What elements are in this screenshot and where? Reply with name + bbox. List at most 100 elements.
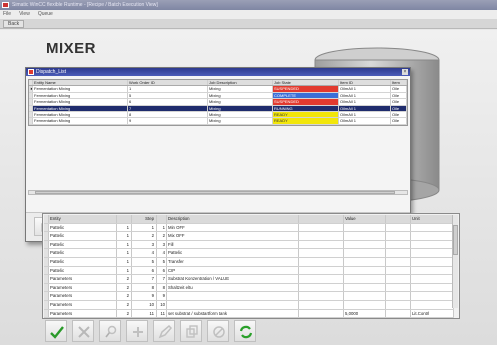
table-cell [344,249,386,257]
table-cell: Parameters [49,275,117,283]
table-cell: 5 [132,257,157,266]
close-icon[interactable]: × [402,69,408,75]
table-cell [299,223,344,232]
table-cell: 7 [132,275,157,283]
table-cell [299,275,344,283]
job-state-cell: SUSPENDED [273,99,339,105]
table-cell: Pattelic [49,257,117,266]
table-cell: Pattelic [49,232,117,240]
menu-queue[interactable]: Queue [38,10,53,19]
table-cell [411,275,454,283]
table-cell: Fermentation Mixing [33,86,128,92]
delete-button[interactable] [207,320,229,342]
copy-button[interactable] [180,320,202,342]
table-cell [344,292,386,300]
table-row[interactable]: Parameters 2 9 9 [44,292,454,301]
scrollbar-thumb[interactable] [453,225,458,255]
table-cell: 9 [157,292,167,300]
table-cell [386,257,411,266]
table-cell [386,249,411,257]
bottom-toolbar [42,320,274,345]
table-cell: 5 [128,92,208,99]
table-row[interactable]: Parameters 2 8 8 Shaltzeit eltu [44,283,454,293]
table-cell: Mixing [208,118,273,124]
ops-header-description[interactable]: Description [167,215,299,223]
window-titlebar[interactable]: Dispatch_List × [26,68,410,76]
search-button[interactable] [99,320,121,342]
refresh-button[interactable] [234,320,256,342]
ops-header-unit[interactable]: Unit [411,215,454,223]
ops-header-cell[interactable] [299,215,344,223]
horizontal-scrollbar[interactable] [28,190,408,195]
table-cell: Lit.Contrl [411,309,454,318]
table-cell [411,257,454,266]
table-cell: Shaltzeit eltu [167,283,299,292]
header-item[interactable]: Item [391,80,407,86]
table-cell: Fill [167,240,299,249]
table-cell [411,249,454,257]
table-cell [344,257,386,266]
table-cell [386,223,411,232]
add-button[interactable] [126,320,148,342]
table-cell: 1 [117,223,132,232]
scrollbar-thumb[interactable] [35,191,395,194]
table-row[interactable]: Parameters 2 7 7 Substrat Konzentration / VA… [44,275,454,284]
table-row[interactable]: Pattelic 1 1 1 Min OFF [44,223,454,233]
table-cell: 6 [128,99,208,105]
ops-header-cell[interactable] [117,215,132,223]
table-cell [386,232,411,240]
table-row[interactable]: Pattelic 1 4 4 Pattelic [44,249,454,258]
menu-view[interactable]: View [19,10,30,19]
table-cell: 4 [157,249,167,257]
table-row[interactable]: Pattelic 1 6 6 CIP [44,266,454,276]
back-button[interactable]: Back [3,20,25,28]
menubar: File View Queue [0,10,497,19]
table-cell [386,309,411,318]
table-cell: Mixing [208,105,273,111]
table-row[interactable]: Fermentation Mixing 9 Mixing READY OilmAll 1… [29,118,407,125]
table-cell: 3 [157,240,167,249]
table-cell: 8 [128,111,208,118]
header-entity-name[interactable]: Entity Name [33,80,128,86]
table-cell: OilmAll 1 [339,92,391,99]
table-cell [411,266,454,275]
table-cell [299,249,344,257]
table-cell: Oile [391,92,407,99]
table-row[interactable]: Pattelic 1 3 3 Fill [44,240,454,250]
ops-header-value[interactable]: Value [344,215,386,223]
table-cell: Pattelic [167,249,299,257]
header-job-description[interactable]: Job Description [208,80,273,86]
table-cell [299,266,344,275]
ops-header-cell[interactable] [386,215,411,223]
table-cell [411,232,454,240]
job-state-cell: SUSPENDED [273,86,339,92]
table-cell: 8 [157,283,167,292]
ops-header: Entity Step Description Value Unit [44,215,454,224]
table-row[interactable]: Pattelic 1 5 5 Transfer [44,257,454,267]
header-job-state[interactable]: Job State [273,80,339,86]
table-row[interactable]: Parameters 2 11 11 set substrat / substartfo… [44,309,454,319]
ops-header-step[interactable]: Step [132,215,157,223]
hmi-canvas: MIXER Dispatch_List × Entity Name Work O… [0,30,497,345]
table-cell: Mixing [208,86,273,92]
vertical-scrollbar[interactable] [452,215,458,308]
ops-header-cell[interactable] [157,215,167,223]
table-cell: 11 [157,309,167,318]
menu-file[interactable]: File [3,10,11,19]
header-work-order[interactable]: Work Order ID [128,80,208,86]
table-cell: 1 [117,240,132,249]
table-cell: 7 [157,275,167,283]
table-cell [386,275,411,283]
table-cell [167,292,299,300]
table-cell: 1 [157,223,167,232]
table-row[interactable]: Parameters 2 10 10 [44,300,454,310]
ops-header-entity[interactable]: Entity [49,215,117,223]
job-state-cell: READY [273,118,339,124]
edit-button[interactable] [153,320,175,342]
header-item-id[interactable]: Item ID [339,80,391,86]
accept-button[interactable] [45,320,67,342]
table-cell: 6 [157,266,167,275]
reject-button[interactable] [72,320,94,342]
table-row[interactable]: Pattelic 1 2 2 Mix OFF [44,232,454,241]
table-cell: Pattelic [49,223,117,232]
